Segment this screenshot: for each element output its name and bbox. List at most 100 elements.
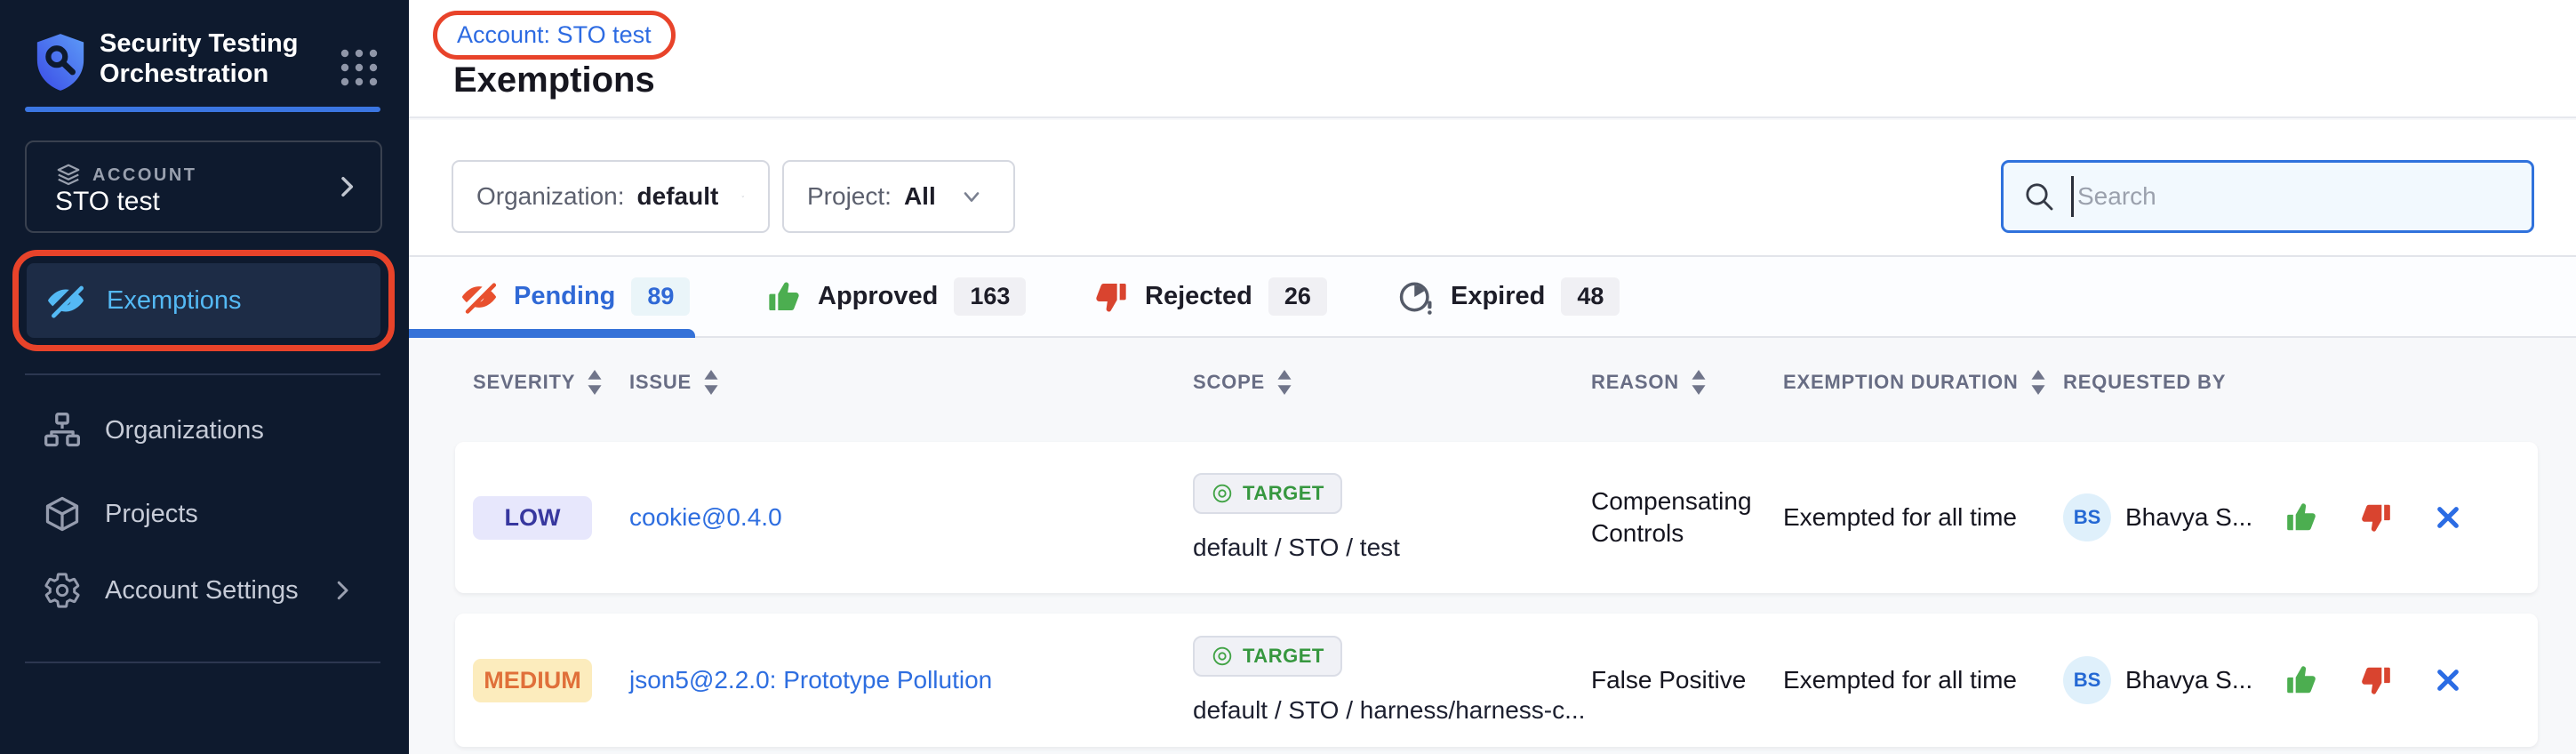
thumb-up-icon xyxy=(2284,501,2318,534)
scope-cell: TARGET default / STO / harness/harness-c… xyxy=(1193,614,1591,747)
severity-cell: LOW xyxy=(473,442,629,593)
page-title: Exemptions xyxy=(453,60,655,100)
sidebar-item-label: Account Settings xyxy=(105,576,299,606)
issue-link[interactable]: json5@2.2.0: Prototype Pollution xyxy=(629,666,992,694)
project-dropdown-value: All xyxy=(904,182,936,211)
sidebar-item-projects[interactable]: Projects xyxy=(27,485,380,542)
organization-dropdown[interactable]: Organization: default xyxy=(452,160,770,233)
org-chart-icon xyxy=(43,411,82,450)
thumb-down-icon xyxy=(2359,501,2393,534)
avatar: BS xyxy=(2063,493,2111,541)
chevron-down-icon xyxy=(959,184,984,209)
column-header-reason[interactable]: REASON xyxy=(1591,370,1783,395)
sort-icon xyxy=(1277,370,1292,395)
organization-dropdown-value: default xyxy=(637,182,719,211)
sto-shield-logo-icon xyxy=(32,32,89,92)
sidebar-item-exemptions[interactable]: Exemptions xyxy=(27,263,380,338)
thumb-up-icon xyxy=(2284,663,2318,697)
issue-link[interactable]: cookie@0.4.0 xyxy=(629,503,782,532)
tab-count-badge: 26 xyxy=(1268,277,1327,316)
requested-by-cell: BS Bhavya S... xyxy=(2063,614,2281,747)
gear-icon xyxy=(43,571,82,610)
reject-button[interactable] xyxy=(2359,501,2393,534)
sidebar-item-label: Projects xyxy=(105,500,198,529)
filter-bar: Organization: default Project: All xyxy=(409,120,2576,255)
issue-cell: cookie@0.4.0 xyxy=(629,442,1193,593)
cube-icon xyxy=(43,494,82,533)
column-header-severity[interactable]: SEVERITY xyxy=(473,370,629,395)
column-header-requested-by: REQUESTED BY xyxy=(2063,370,2281,395)
eye-off-icon xyxy=(46,281,85,320)
project-dropdown[interactable]: Project: All xyxy=(782,160,1015,233)
sidebar-accent-rule xyxy=(25,107,380,112)
sidebar-item-label: Exemptions xyxy=(107,286,242,316)
app-title: Security Testing Orchestration xyxy=(100,28,322,89)
table-header-row: SEVERITY ISSUE SCOPE REASON EXEMPTION DU… xyxy=(455,370,2538,395)
tab-rejected[interactable]: Rejected 26 xyxy=(1093,257,1327,336)
target-chip: TARGET xyxy=(1193,473,1342,514)
sidebar-divider xyxy=(25,373,380,375)
chevron-right-icon xyxy=(332,172,361,201)
search-icon xyxy=(2021,179,2057,214)
chevron-down-icon xyxy=(741,184,745,209)
reason-cell: Compensating Controls xyxy=(1591,442,1783,593)
sort-icon xyxy=(2031,370,2045,395)
cancel-button[interactable] xyxy=(2434,503,2462,532)
sidebar-item-account-settings[interactable]: Account Settings xyxy=(27,562,380,619)
tab-label: Pending xyxy=(514,282,615,311)
sort-icon xyxy=(588,370,602,395)
duration-cell: Exempted for all time xyxy=(1783,442,2063,593)
approve-button[interactable] xyxy=(2284,663,2318,697)
layers-icon xyxy=(55,162,82,188)
account-label: ACCOUNT xyxy=(92,165,197,186)
sidebar: Security Testing Orchestration ACCOUNT S… xyxy=(0,0,409,754)
target-chip-label: TARGET xyxy=(1243,645,1324,668)
approve-button[interactable] xyxy=(2284,501,2318,534)
sidebar-item-label: Organizations xyxy=(105,416,264,445)
requested-by-name: Bhavya S... xyxy=(2125,503,2252,532)
column-header-scope[interactable]: SCOPE xyxy=(1193,370,1591,395)
column-header-issue[interactable]: ISSUE xyxy=(629,370,1193,395)
tab-approved[interactable]: Approved 163 xyxy=(766,257,1026,336)
tab-pending[interactable]: Pending 89 xyxy=(460,257,690,336)
row-actions xyxy=(2281,614,2538,747)
scope-path: default / STO / harness/harness-c... xyxy=(1193,696,1585,725)
red-annotation-breadcrumb: Account: STO test xyxy=(433,11,676,60)
duration-cell: Exempted for all time xyxy=(1783,614,2063,747)
tab-label: Rejected xyxy=(1145,282,1252,311)
search-box xyxy=(2001,160,2534,233)
x-icon xyxy=(2434,503,2462,532)
table-row[interactable]: LOW cookie@0.4.0 TARGET default / STO / … xyxy=(455,442,2538,593)
organization-dropdown-label: Organization: xyxy=(476,182,625,211)
issue-cell: json5@2.2.0: Prototype Pollution xyxy=(629,614,1193,747)
tab-expired[interactable]: Expired 48 xyxy=(1397,257,1620,336)
chevron-right-icon xyxy=(329,577,356,604)
account-name: STO test xyxy=(55,187,160,217)
search-input[interactable] xyxy=(2077,182,2504,211)
column-header-exemption-duration[interactable]: EXEMPTION DURATION xyxy=(1783,370,2063,395)
sort-icon xyxy=(1692,370,1706,395)
target-bullseye-icon xyxy=(1211,482,1234,505)
account-scope-selector[interactable]: ACCOUNT STO test xyxy=(25,140,382,233)
breadcrumb-account-link[interactable]: Account: STO test xyxy=(457,21,652,48)
severity-cell: MEDIUM xyxy=(473,614,629,747)
sidebar-item-organizations[interactable]: Organizations xyxy=(27,402,380,459)
tab-count-badge: 89 xyxy=(631,277,690,316)
table-row[interactable]: MEDIUM json5@2.2.0: Prototype Pollution … xyxy=(455,614,2538,747)
severity-badge: MEDIUM xyxy=(473,659,592,702)
row-actions xyxy=(2281,442,2538,593)
module-grid-icon[interactable] xyxy=(338,46,380,89)
target-bullseye-icon xyxy=(1211,645,1234,668)
severity-badge: LOW xyxy=(473,496,592,540)
thumb-down-icon xyxy=(1093,279,1129,315)
exemptions-table: SEVERITY ISSUE SCOPE REASON EXEMPTION DU… xyxy=(409,338,2576,754)
text-cursor xyxy=(2071,176,2074,217)
scope-path: default / STO / test xyxy=(1193,533,1400,562)
thumb-up-icon xyxy=(766,279,802,315)
x-icon xyxy=(2434,666,2462,694)
active-tab-underline xyxy=(409,329,695,338)
scope-cell: TARGET default / STO / test xyxy=(1193,442,1591,593)
cancel-button[interactable] xyxy=(2434,666,2462,694)
reject-button[interactable] xyxy=(2359,663,2393,697)
requested-by-cell: BS Bhavya S... xyxy=(2063,442,2281,593)
